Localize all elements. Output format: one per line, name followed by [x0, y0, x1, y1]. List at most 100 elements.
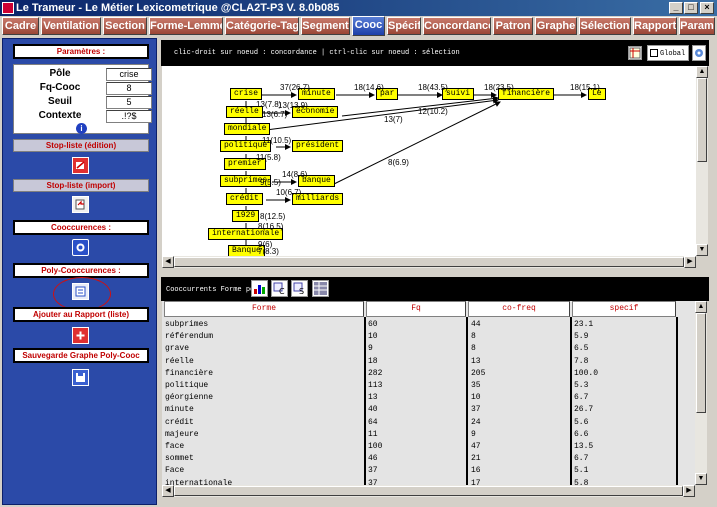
table-row[interactable]: majeure 11 9 6.6: [162, 429, 676, 440]
table-row[interactable]: internationale 37 17 5.8: [162, 478, 676, 485]
table-cell-specif: 13.5: [574, 442, 594, 451]
save-icon[interactable]: S: [291, 280, 308, 297]
graph-horizontal-scrollbar[interactable]: ◀ ▶: [162, 256, 696, 268]
table-toolbar: Cooccurrents Forme pôle C S: [161, 277, 709, 301]
scroll-up-button[interactable]: ▲: [695, 301, 707, 313]
add-report-button[interactable]: Ajouter au Rapport (liste): [13, 307, 149, 322]
cooccurrence-graph[interactable]: crise minute par suivi financière Le rée…: [162, 66, 696, 256]
edge-label: 18(43.5): [418, 83, 448, 92]
grid-view-icon[interactable]: [628, 46, 642, 60]
table-horizontal-scrollbar[interactable]: ◀ ▶: [162, 485, 695, 497]
column-header-fq[interactable]: Fq: [366, 301, 466, 317]
info-icon[interactable]: i: [76, 123, 87, 134]
scroll-thumb[interactable]: [174, 257, 684, 267]
scroll-up-button[interactable]: ▲: [696, 66, 708, 78]
scroll-thumb[interactable]: [696, 313, 706, 413]
table-row[interactable]: grave 9 8 6.5: [162, 343, 676, 354]
stoplist-import-icon[interactable]: [72, 196, 89, 213]
table-row[interactable]: Face 37 16 5.1: [162, 465, 676, 476]
column-header-co-freq[interactable]: co-freq: [468, 301, 570, 317]
table-cell-specif: 5.9: [574, 332, 589, 342]
cooccurrences-header: Cooccurences :: [13, 220, 149, 235]
highlight-circle: [53, 277, 111, 311]
table-row[interactable]: face 100 47 13.5: [162, 441, 676, 452]
graph-settings-icon[interactable]: [692, 45, 706, 61]
scroll-thumb[interactable]: [697, 78, 707, 162]
tab-graphe[interactable]: Graphe: [535, 17, 577, 35]
graph-node-crise[interactable]: crise: [230, 88, 263, 100]
save-graph-icon[interactable]: [72, 369, 89, 386]
tab-param[interactable]: Param: [679, 17, 715, 35]
params-box: Pôle crise Fq-Cooc 8 Seuil 5 Contexte .!…: [13, 64, 152, 134]
pane-splitter[interactable]: [161, 269, 709, 277]
scroll-left-button[interactable]: ◀: [162, 485, 174, 497]
seuil-input[interactable]: 5: [106, 96, 152, 109]
tab-selection[interactable]: Sélection: [579, 17, 631, 35]
tab-categorie-tag[interactable]: Catégorie-Tag: [225, 17, 299, 35]
scroll-thumb[interactable]: [174, 486, 683, 496]
table-row[interactable]: réelle 18 13 7.8: [162, 356, 676, 367]
table-cell-forme: minute: [165, 405, 194, 415]
table-cell-co-freq: 21: [471, 454, 481, 464]
stoplist-edition-button[interactable]: Stop-liste (édition): [13, 139, 149, 152]
tab-concordance[interactable]: Concordance: [423, 17, 491, 35]
scroll-right-button[interactable]: ▶: [683, 485, 695, 497]
table-cell-fq: 40: [368, 405, 378, 415]
table-icon[interactable]: [312, 280, 329, 297]
save-graph-button[interactable]: Sauvegarde Graphe Poly-Cooc: [13, 348, 149, 363]
graph-node-credit[interactable]: crédit: [226, 193, 263, 205]
tab-bar: Cadre Ventilation Section Forme-Lemme Ca…: [0, 16, 717, 36]
contexte-input[interactable]: .!?$: [106, 110, 152, 123]
fq-cooc-input[interactable]: 8: [106, 82, 152, 95]
cooccurrences-run-icon[interactable]: [72, 239, 89, 256]
column-header-specif[interactable]: specif: [572, 301, 676, 317]
tab-rapport[interactable]: Rapport: [633, 17, 677, 35]
close-button[interactable]: ×: [700, 2, 714, 14]
minimize-button[interactable]: _: [669, 2, 683, 14]
chart-icon[interactable]: [251, 280, 268, 297]
table-cell-forme: subprimes: [165, 320, 209, 329]
global-checkbox[interactable]: Global: [647, 45, 689, 61]
scroll-down-button[interactable]: ▼: [696, 244, 708, 256]
scroll-left-button[interactable]: ◀: [162, 256, 174, 268]
table-cell-specif: 6.7: [574, 393, 589, 403]
graph-node-mondiale[interactable]: mondiale: [224, 123, 271, 135]
table-vertical-scrollbar[interactable]: ▲ ▼: [695, 301, 707, 485]
tab-forme-lemme[interactable]: Forme-Lemme: [149, 17, 223, 35]
table-cell-specif: 5.6: [574, 417, 589, 427]
table-cell-co-freq: 47: [471, 442, 481, 451]
table-row[interactable]: politique 113 35 5.3: [162, 380, 676, 391]
graph-vertical-scrollbar[interactable]: ▲ ▼: [696, 66, 708, 256]
stoplist-import-button[interactable]: Stop-liste (import): [13, 179, 149, 192]
table-row[interactable]: financière 282 205 100.0: [162, 368, 676, 379]
table-row[interactable]: référendum 10 8 5.9: [162, 331, 676, 342]
scroll-right-button[interactable]: ▶: [684, 256, 696, 268]
tab-ventilation[interactable]: Ventilation: [41, 17, 101, 35]
table-row[interactable]: crédit 64 24 5.6: [162, 417, 676, 428]
tab-cooc[interactable]: Cooc: [352, 16, 385, 36]
copy-icon[interactable]: C: [271, 280, 288, 297]
add-report-icon[interactable]: [72, 327, 89, 344]
graph-node-1929[interactable]: 1929: [232, 210, 260, 222]
table-row[interactable]: géorgienne 13 10 6.7: [162, 392, 676, 403]
scroll-down-button[interactable]: ▼: [695, 473, 707, 485]
table-cell-forme: politique: [165, 381, 209, 390]
stoplist-edit-icon[interactable]: [72, 157, 89, 174]
tab-section[interactable]: Section: [103, 17, 147, 35]
app-icon: [2, 2, 14, 14]
maximize-button[interactable]: □: [684, 2, 698, 14]
global-checkbox-box[interactable]: [650, 49, 658, 57]
column-header-forme[interactable]: Forme: [164, 301, 364, 317]
tab-segment[interactable]: Segment: [301, 17, 350, 35]
pole-input[interactable]: crise: [106, 68, 152, 81]
table-row[interactable]: subprimes 60 44 23.1: [162, 319, 676, 330]
table-cell-forme: crédit: [165, 417, 194, 427]
tab-specif[interactable]: Spécif: [387, 17, 421, 35]
tab-cadre[interactable]: Cadre: [2, 17, 39, 35]
graph-node-president[interactable]: président: [292, 140, 344, 152]
edge-label: 14(8.6): [282, 170, 308, 179]
tab-patron[interactable]: Patron: [493, 17, 533, 35]
table-row[interactable]: minute 40 37 26.7: [162, 404, 676, 415]
table-cell-co-freq: 44: [471, 320, 481, 329]
table-row[interactable]: sommet 46 21 6.7: [162, 453, 676, 464]
